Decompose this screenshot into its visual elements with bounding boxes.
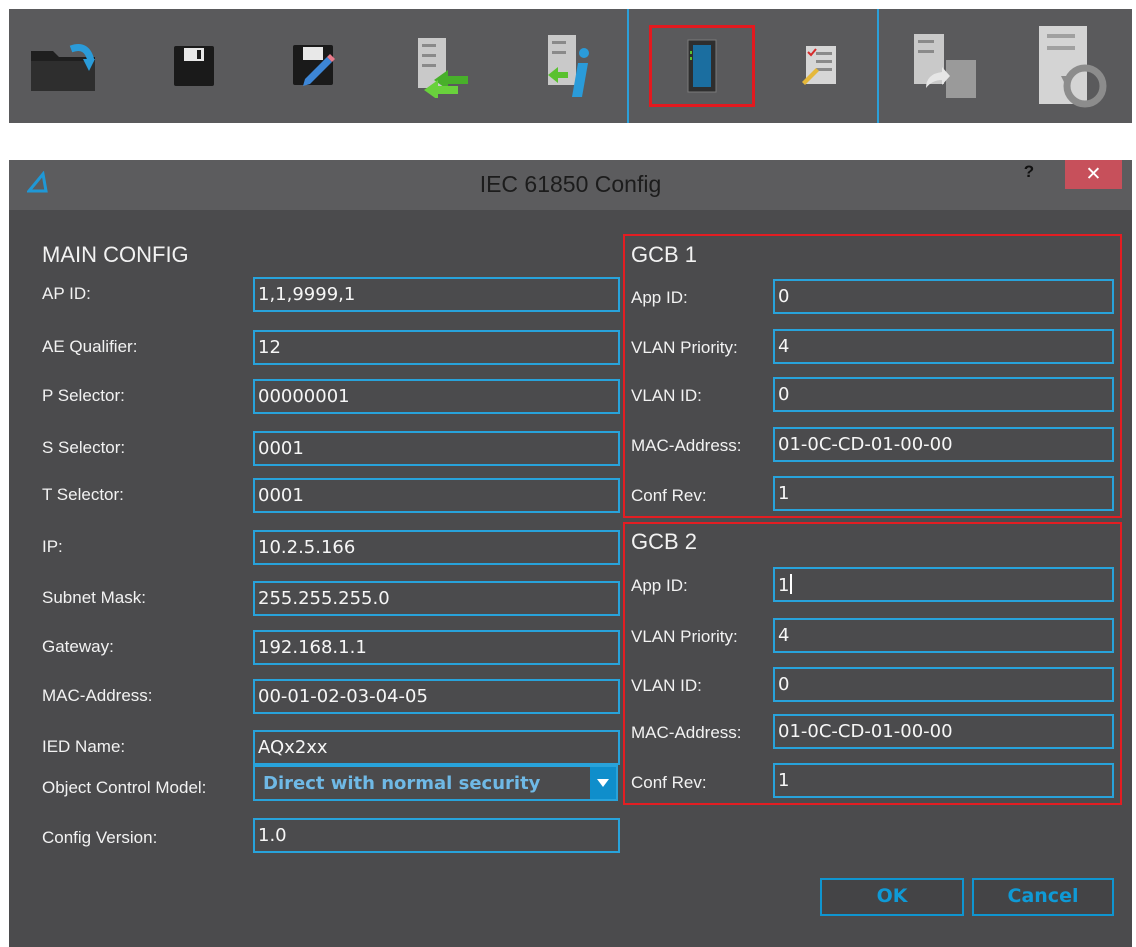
mac-address-label: MAC-Address: <box>42 686 153 705</box>
gcb1-vlan-id-label: VLAN ID: <box>631 386 702 405</box>
save-button[interactable] <box>139 9 249 123</box>
subnet-mask-input[interactable]: 255.255.255.0 <box>253 581 620 616</box>
save-as-icon <box>293 45 335 86</box>
ae-qualifier-label: AE Qualifier: <box>42 337 138 356</box>
gcb2-vlan-priority-input[interactable]: 4 <box>773 618 1114 653</box>
gcb1-conf-rev-label: Conf Rev: <box>631 486 707 505</box>
p-selector-label: P Selector: <box>42 386 125 405</box>
ap-id-input[interactable]: 1,1,9999,1 <box>253 277 620 312</box>
ip-label: IP: <box>42 537 63 556</box>
read-from-device-button[interactable] <box>379 9 499 123</box>
gcb1-conf-rev-input[interactable]: 1 <box>773 476 1114 511</box>
read-from-device-icon <box>418 38 468 98</box>
ok-button[interactable]: OK <box>820 878 964 916</box>
save-as-button[interactable] <box>259 9 369 123</box>
selected-tool-highlight <box>649 25 755 107</box>
gcb2-vlan-priority-label: VLAN Priority: <box>631 627 738 646</box>
gcb1-title: GCB 1 <box>631 242 698 267</box>
object-control-model-label: Object Control Model: <box>42 778 207 797</box>
restore-button[interactable] <box>1009 9 1129 123</box>
export-button[interactable] <box>889 9 999 123</box>
gcb2-conf-rev-input[interactable]: 1 <box>773 763 1114 798</box>
object-control-model-select[interactable]: Direct with normal security <box>253 765 618 801</box>
chevron-down-icon <box>597 779 609 787</box>
device-info-button[interactable] <box>509 9 629 123</box>
config-version-label: Config Version: <box>42 828 158 847</box>
ied-name-input[interactable]: AQx2xx <box>253 730 620 765</box>
toolbar-separator <box>877 9 879 123</box>
gcb2-title: GCB 2 <box>631 529 698 554</box>
subnet-mask-label: Subnet Mask: <box>42 588 146 607</box>
t-selector-input[interactable]: 0001 <box>253 478 620 513</box>
gateway-label: Gateway: <box>42 637 114 656</box>
s-selector-label: S Selector: <box>42 438 126 457</box>
gcb2-app-id-value: 1 <box>778 575 790 596</box>
gcb2-app-id-input[interactable]: 1 <box>773 567 1114 602</box>
gcb1-app-id-input[interactable]: 0 <box>773 279 1114 314</box>
gcb1-mac-address-input[interactable]: 01-0C-CD-01-00-00 <box>773 427 1114 462</box>
dropdown-button[interactable] <box>590 767 616 799</box>
gateway-input[interactable]: 192.168.1.1 <box>253 630 620 665</box>
mac-address-input[interactable]: 00-01-02-03-04-05 <box>253 679 620 714</box>
help-button[interactable]: ? <box>1019 162 1039 186</box>
device-info-icon <box>548 35 589 97</box>
ied-name-label: IED Name: <box>42 737 126 756</box>
p-selector-input[interactable]: 00000001 <box>253 379 620 414</box>
s-selector-input[interactable]: 0001 <box>253 431 620 466</box>
gcb1-app-id-label: App ID: <box>631 288 688 307</box>
save-icon <box>174 46 214 86</box>
gcb2-app-id-label: App ID: <box>631 576 688 595</box>
toolbar-separator <box>627 9 629 123</box>
toolbar <box>9 9 1132 123</box>
gcb1-mac-address-label: MAC-Address: <box>631 436 742 455</box>
cancel-button[interactable]: Cancel <box>972 878 1114 916</box>
gcb2-vlan-id-input[interactable]: 0 <box>773 667 1114 702</box>
open-button[interactable] <box>9 9 119 123</box>
gcb1-vlan-priority-input[interactable]: 4 <box>773 329 1114 364</box>
dialog-titlebar: IEC 61850 Config ? ✕ <box>9 160 1132 210</box>
gcb1-vlan-priority-label: VLAN Priority: <box>631 338 738 357</box>
checklist-button[interactable] <box>765 9 875 123</box>
gcb2-mac-address-input[interactable]: 01-0C-CD-01-00-00 <box>773 714 1114 749</box>
ae-qualifier-input[interactable]: 12 <box>253 330 620 365</box>
gcb2-conf-rev-label: Conf Rev: <box>631 773 707 792</box>
text-cursor <box>790 574 793 594</box>
config-version-input[interactable]: 1.0 <box>253 818 620 853</box>
ip-input[interactable]: 10.2.5.166 <box>253 530 620 565</box>
checklist-icon <box>802 46 836 85</box>
gcb2-vlan-id-label: VLAN ID: <box>631 676 702 695</box>
export-icon <box>914 34 976 98</box>
restore-icon <box>1039 26 1107 108</box>
open-file-icon <box>31 44 95 91</box>
t-selector-label: T Selector: <box>42 485 124 504</box>
ap-id-label: AP ID: <box>42 284 91 303</box>
dialog-title: IEC 61850 Config <box>479 171 662 197</box>
main-config-title: MAIN CONFIG <box>42 242 189 267</box>
iec61850-config-dialog: IEC 61850 Config ? ✕ MAIN CONFIG AP ID: … <box>9 160 1132 947</box>
gcb2-mac-address-label: MAC-Address: <box>631 723 742 742</box>
gcb1-vlan-id-input[interactable]: 0 <box>773 377 1114 412</box>
object-control-model-value: Direct with normal security <box>263 773 541 794</box>
close-button[interactable]: ✕ <box>1065 160 1122 189</box>
